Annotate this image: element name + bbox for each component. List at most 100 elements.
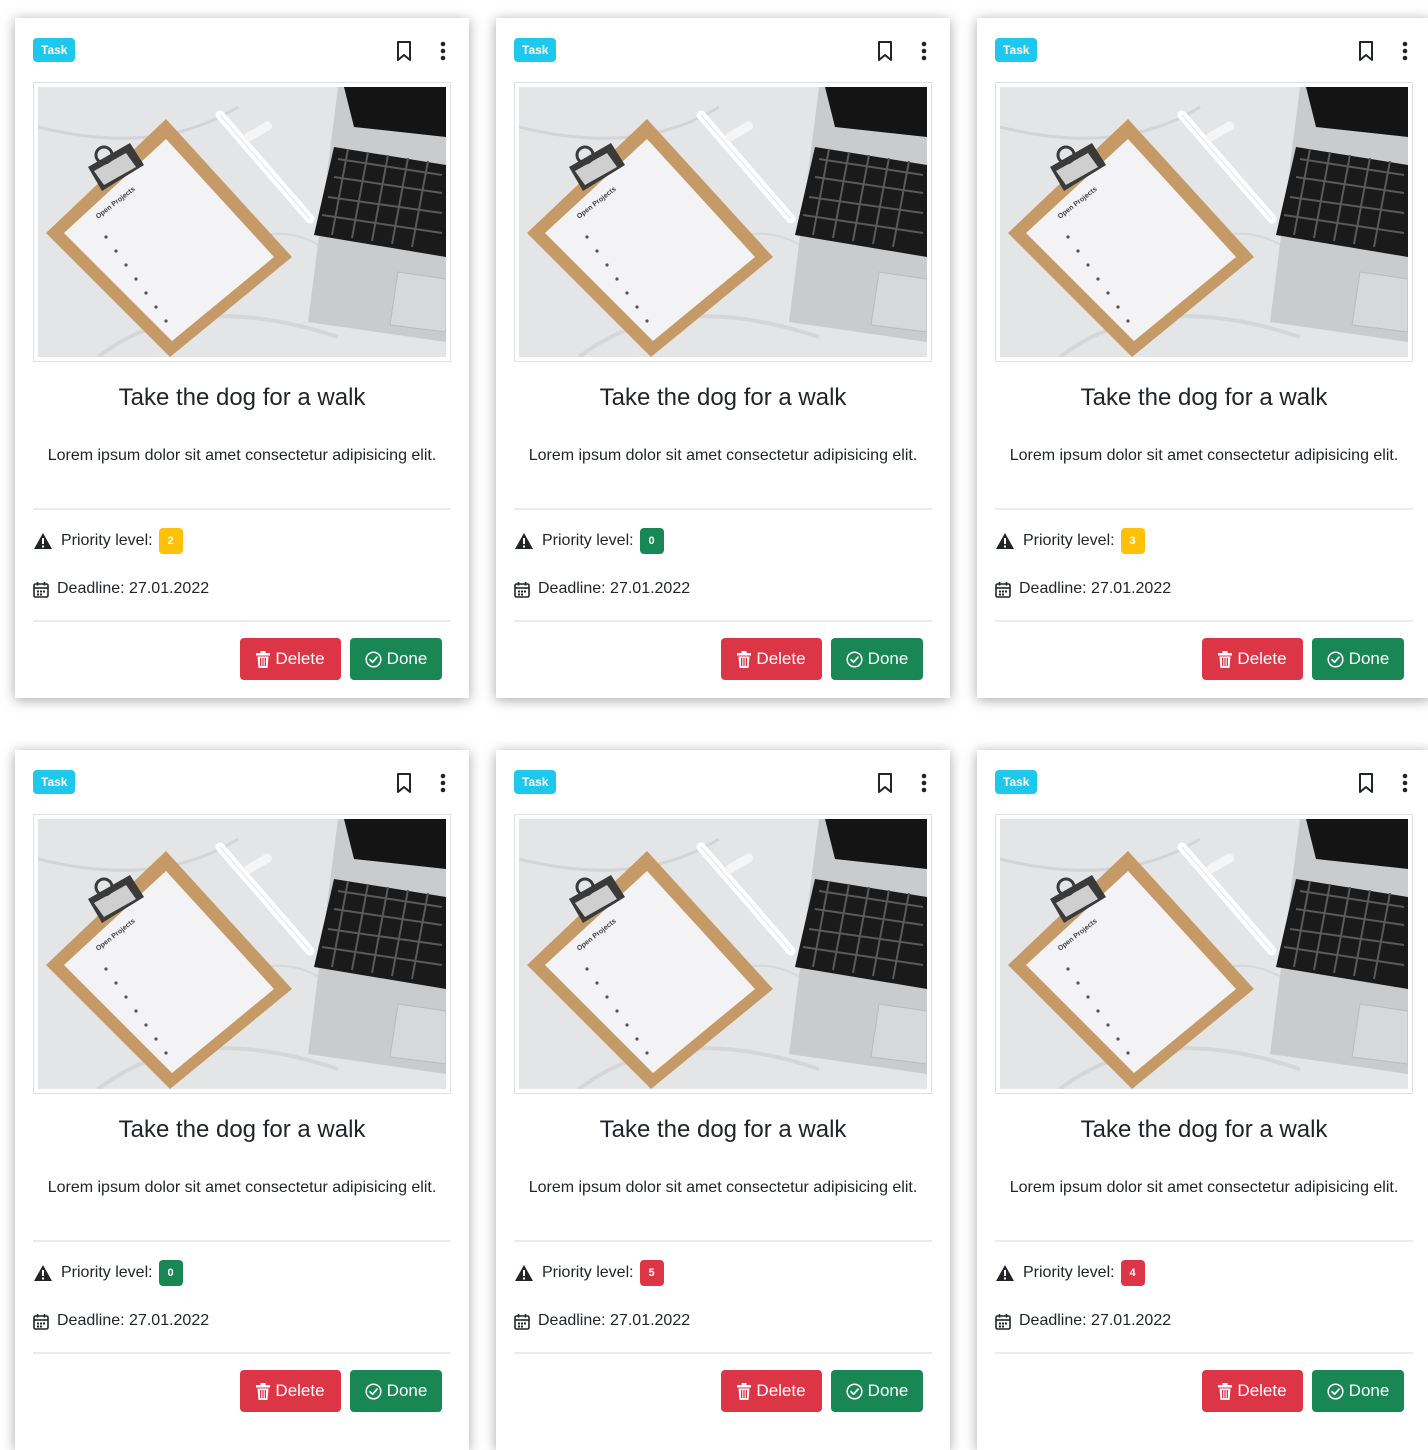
- clipboard-laptop-photo: Open Projects: [38, 819, 446, 1089]
- calendar-icon: [514, 1313, 530, 1330]
- bookmark-icon[interactable]: [395, 40, 413, 62]
- deadline-row: Deadline: 27.01.2022: [33, 574, 451, 604]
- delete-button[interactable]: Delete: [240, 1370, 341, 1412]
- deadline-row: Deadline: 27.01.2022: [995, 574, 1413, 604]
- task-card: Task Open Projects Take the dog for a wa…: [977, 18, 1428, 698]
- delete-button[interactable]: Delete: [721, 1370, 822, 1412]
- done-button[interactable]: Done: [831, 638, 923, 680]
- priority-label: Priority level:: [61, 532, 153, 549]
- delete-button[interactable]: Delete: [1202, 1370, 1303, 1412]
- done-button[interactable]: Done: [350, 1370, 442, 1412]
- trash-icon: [1218, 650, 1233, 668]
- clipboard-laptop-photo: Open Projects: [519, 87, 927, 357]
- priority-row: Priority level: 4: [995, 1258, 1413, 1288]
- delete-button[interactable]: Delete: [1202, 638, 1303, 680]
- bookmark-icon[interactable]: [1357, 40, 1375, 62]
- clipboard-laptop-photo: Open Projects: [38, 87, 446, 357]
- divider: [514, 1352, 932, 1354]
- delete-label: Delete: [1237, 649, 1287, 668]
- more-options-icon[interactable]: [439, 40, 447, 62]
- delete-label: Delete: [756, 1381, 806, 1400]
- check-circle-icon: [846, 650, 863, 668]
- card-title: Take the dog for a walk: [1080, 1116, 1328, 1143]
- clipboard-laptop-photo: Open Projects: [519, 819, 927, 1089]
- task-badge: Task: [995, 770, 1038, 794]
- more-options-icon[interactable]: [439, 772, 447, 794]
- card-image: Open Projects: [995, 814, 1413, 1094]
- task-card: Task Open Projects Take the dog for a wa…: [15, 750, 469, 1450]
- deadline-text: Deadline: 27.01.2022: [57, 580, 210, 597]
- priority-badge: 0: [639, 528, 664, 554]
- card-header: Task: [995, 770, 1419, 796]
- card-header: Task: [995, 38, 1419, 64]
- bookmark-icon[interactable]: [876, 772, 894, 794]
- trash-icon: [1218, 1382, 1233, 1400]
- more-options-icon[interactable]: [1401, 772, 1409, 794]
- card-title: Take the dog for a walk: [1080, 384, 1328, 411]
- done-label: Done: [386, 649, 428, 668]
- divider: [514, 508, 932, 510]
- divider: [33, 1240, 451, 1242]
- card-header: Task: [33, 38, 457, 64]
- calendar-icon: [995, 581, 1011, 598]
- delete-button[interactable]: Delete: [721, 638, 822, 680]
- check-circle-icon: [1327, 1382, 1344, 1400]
- bookmark-icon[interactable]: [395, 772, 413, 794]
- card-title: Take the dog for a walk: [118, 1116, 366, 1143]
- trash-icon: [256, 1382, 271, 1400]
- more-options-icon[interactable]: [920, 772, 928, 794]
- deadline-text: Deadline: 27.01.2022: [1019, 580, 1172, 597]
- delete-button[interactable]: Delete: [240, 638, 341, 680]
- task-badge: Task: [514, 38, 557, 62]
- card-description: Lorem ipsum dolor sit amet consectetur a…: [528, 1179, 918, 1196]
- card-title: Take the dog for a walk: [599, 384, 847, 411]
- deadline-text: Deadline: 27.01.2022: [538, 1312, 691, 1329]
- task-badge: Task: [995, 38, 1038, 62]
- warning-icon: [515, 533, 533, 549]
- divider: [33, 620, 451, 622]
- card-description: Lorem ipsum dolor sit amet consectetur a…: [528, 447, 918, 464]
- done-label: Done: [1348, 1381, 1390, 1400]
- check-circle-icon: [365, 1382, 382, 1400]
- more-options-icon[interactable]: [920, 40, 928, 62]
- deadline-row: Deadline: 27.01.2022: [514, 1306, 932, 1336]
- calendar-icon: [33, 1313, 49, 1330]
- check-circle-icon: [846, 1382, 863, 1400]
- done-button[interactable]: Done: [1312, 638, 1404, 680]
- calendar-icon: [514, 581, 530, 598]
- done-label: Done: [1348, 649, 1390, 668]
- divider: [995, 620, 1413, 622]
- done-button[interactable]: Done: [1312, 1370, 1404, 1412]
- task-card: Task Open Projects Take the dog for a wa…: [496, 750, 950, 1450]
- priority-badge: 5: [639, 1260, 664, 1286]
- card-image: Open Projects: [995, 82, 1413, 362]
- warning-icon: [515, 1265, 533, 1281]
- priority-label: Priority level:: [61, 1264, 153, 1281]
- task-badge: Task: [33, 770, 76, 794]
- divider: [995, 508, 1413, 510]
- divider: [995, 1240, 1413, 1242]
- divider: [514, 1240, 932, 1242]
- card-header: Task: [33, 770, 457, 796]
- priority-badge: 3: [1120, 528, 1145, 554]
- divider: [33, 1352, 451, 1354]
- done-button[interactable]: Done: [350, 638, 442, 680]
- task-badge: Task: [514, 770, 557, 794]
- delete-label: Delete: [756, 649, 806, 668]
- bookmark-icon[interactable]: [1357, 772, 1375, 794]
- deadline-row: Deadline: 27.01.2022: [514, 574, 932, 604]
- deadline-text: Deadline: 27.01.2022: [538, 580, 691, 597]
- task-card: Task Open Projects Take the dog for a wa…: [15, 18, 469, 698]
- more-options-icon[interactable]: [1401, 40, 1409, 62]
- card-image: Open Projects: [514, 82, 932, 362]
- delete-label: Delete: [275, 1381, 325, 1400]
- done-label: Done: [386, 1381, 428, 1400]
- bookmark-icon[interactable]: [876, 40, 894, 62]
- task-card: Task Open Projects Take the dog for a wa…: [977, 750, 1428, 1450]
- warning-icon: [996, 1265, 1014, 1281]
- clipboard-laptop-photo: Open Projects: [1000, 87, 1408, 357]
- card-description: Lorem ipsum dolor sit amet consectetur a…: [1009, 1179, 1399, 1196]
- trash-icon: [737, 1382, 752, 1400]
- done-button[interactable]: Done: [831, 1370, 923, 1412]
- priority-badge: 2: [158, 528, 183, 554]
